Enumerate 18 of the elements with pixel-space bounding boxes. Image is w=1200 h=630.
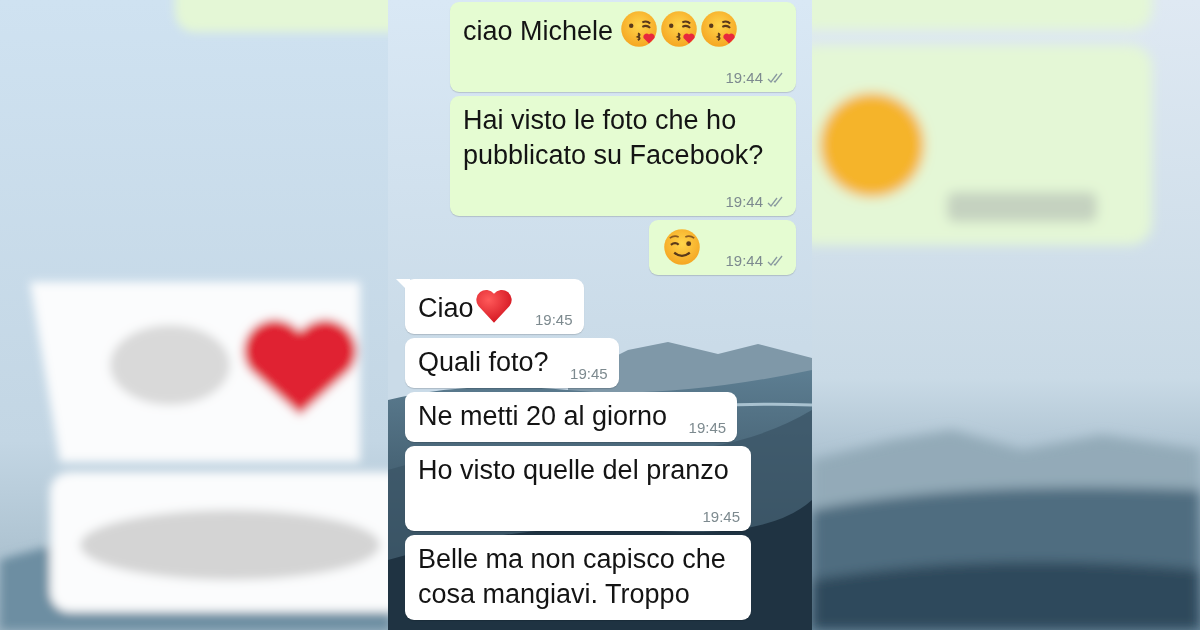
message-text: Ne metti 20 al giorno [418, 401, 668, 431]
message-time: 19:44 [725, 252, 763, 270]
message-text: Quali foto? [418, 347, 549, 377]
message-text: Ciao [418, 293, 474, 323]
kissing-face-icon [619, 9, 660, 49]
message-text: ciao Michele [463, 16, 614, 46]
kissing-face-icon [659, 9, 700, 49]
message-time: 19:45 [702, 508, 740, 526]
message-text: Hai visto le foto che ho pubblicato su Facebook? [463, 105, 764, 170]
message-time: 19:44 [725, 193, 763, 211]
message-text: Belle ma non capisco che cosa mangiavi. Troppo [418, 544, 726, 609]
winking-face-icon [662, 227, 702, 267]
message-text: Ho visto quelle del pranzo [418, 455, 729, 485]
message-time: 19:44 [725, 69, 763, 87]
message-time: 19:45 [535, 311, 573, 329]
message-time: 19:45 [570, 365, 608, 383]
kissing-face-icon [699, 9, 740, 49]
message-time: 19:45 [688, 419, 727, 437]
